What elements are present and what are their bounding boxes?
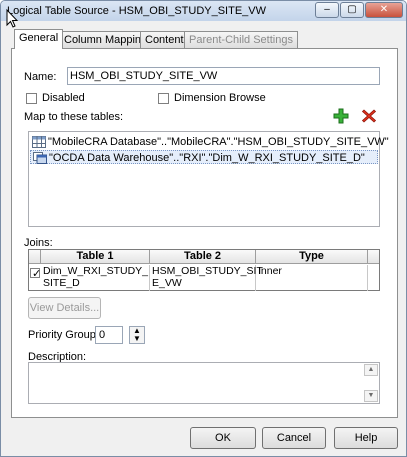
join-table1-cell: Dim_W_RXI_STUDY_ SITE_D [43, 265, 150, 291]
joins-table: Table 1 Table 2 Type ✓ Dim_W_RXI_STUDY_ … [28, 249, 380, 291]
join-table2-cell: HSM_OBI_STUDY_SIT E_VW [152, 265, 263, 291]
disabled-label: Disabled [42, 92, 85, 104]
map-tables-label: Map to these tables: [24, 111, 124, 123]
tab-general[interactable]: General [14, 29, 64, 49]
list-item[interactable]: "OCDA Data Warehouse".."RXI"."Dim_W_RXI_… [30, 150, 378, 164]
name-input[interactable]: HSM_OBI_STUDY_SITE_VW [67, 67, 380, 85]
joins-header-checkbox [29, 250, 41, 264]
mapped-tables-list[interactable]: "MobileCRA Database".."MobileCRA"."HSM_O… [28, 131, 389, 227]
table-grid-icon [32, 136, 46, 148]
help-button[interactable]: Help [334, 427, 398, 449]
priority-group-label: Priority Group: [28, 329, 99, 341]
scroll-up-icon[interactable]: ▲ [364, 364, 378, 376]
ok-button[interactable]: OK [190, 427, 256, 449]
description-textarea[interactable]: ▲ ▼ [28, 362, 380, 404]
joins-header-type: Type [256, 250, 368, 264]
joins-label: Joins: [24, 237, 53, 249]
red-x-icon[interactable] [361, 108, 377, 124]
minimize-button[interactable]: – [315, 2, 339, 18]
join-row-checkbox[interactable]: ✓ [30, 268, 42, 280]
disabled-checkbox[interactable] [26, 93, 37, 104]
tab-column-mapping[interactable]: Column Mapping [59, 31, 153, 48]
stepper-down-icon[interactable]: ▼ [130, 335, 144, 343]
joins-header-table2: Table 2 [150, 250, 256, 264]
maximize-button[interactable]: ▢ [340, 2, 364, 18]
alias-table-icon [33, 152, 47, 164]
view-details-button: View Details... [28, 297, 101, 319]
joins-header-table1: Table 1 [41, 250, 150, 264]
dialog-window: Logical Table Source - HSM_OBI_STUDY_SIT… [0, 0, 407, 457]
dimension-browse-checkbox[interactable] [158, 93, 169, 104]
scroll-down-icon[interactable]: ▼ [364, 390, 378, 402]
list-item[interactable]: "MobileCRA Database".."MobileCRA"."HSM_O… [30, 135, 389, 149]
join-type-cell[interactable]: Inner [256, 265, 368, 291]
dimension-browse-label: Dimension Browse [174, 92, 266, 104]
tab-content[interactable]: Content [140, 31, 189, 48]
priority-group-input[interactable]: 0 [95, 326, 123, 344]
tab-parent-child-settings: Parent-Child Settings [184, 31, 298, 48]
table-name: "MobileCRA Database".."MobileCRA"."HSM_O… [48, 136, 389, 148]
checkmark-icon: ✓ [32, 268, 42, 280]
table-name: "OCDA Data Warehouse".."RXI"."Dim_W_RXI_… [49, 152, 365, 164]
plus-icon[interactable] [333, 108, 349, 124]
window-title: Logical Table Source - HSM_OBI_STUDY_SIT… [7, 5, 267, 17]
priority-group-stepper[interactable]: ▲ ▼ [129, 326, 145, 344]
title-bar[interactable]: Logical Table Source - HSM_OBI_STUDY_SIT… [1, 1, 406, 21]
name-label: Name: [24, 71, 57, 83]
description-scrollbar[interactable]: ▲ ▼ [364, 364, 378, 402]
cancel-button[interactable]: Cancel [262, 427, 326, 449]
close-button[interactable]: ✕ [365, 2, 403, 18]
